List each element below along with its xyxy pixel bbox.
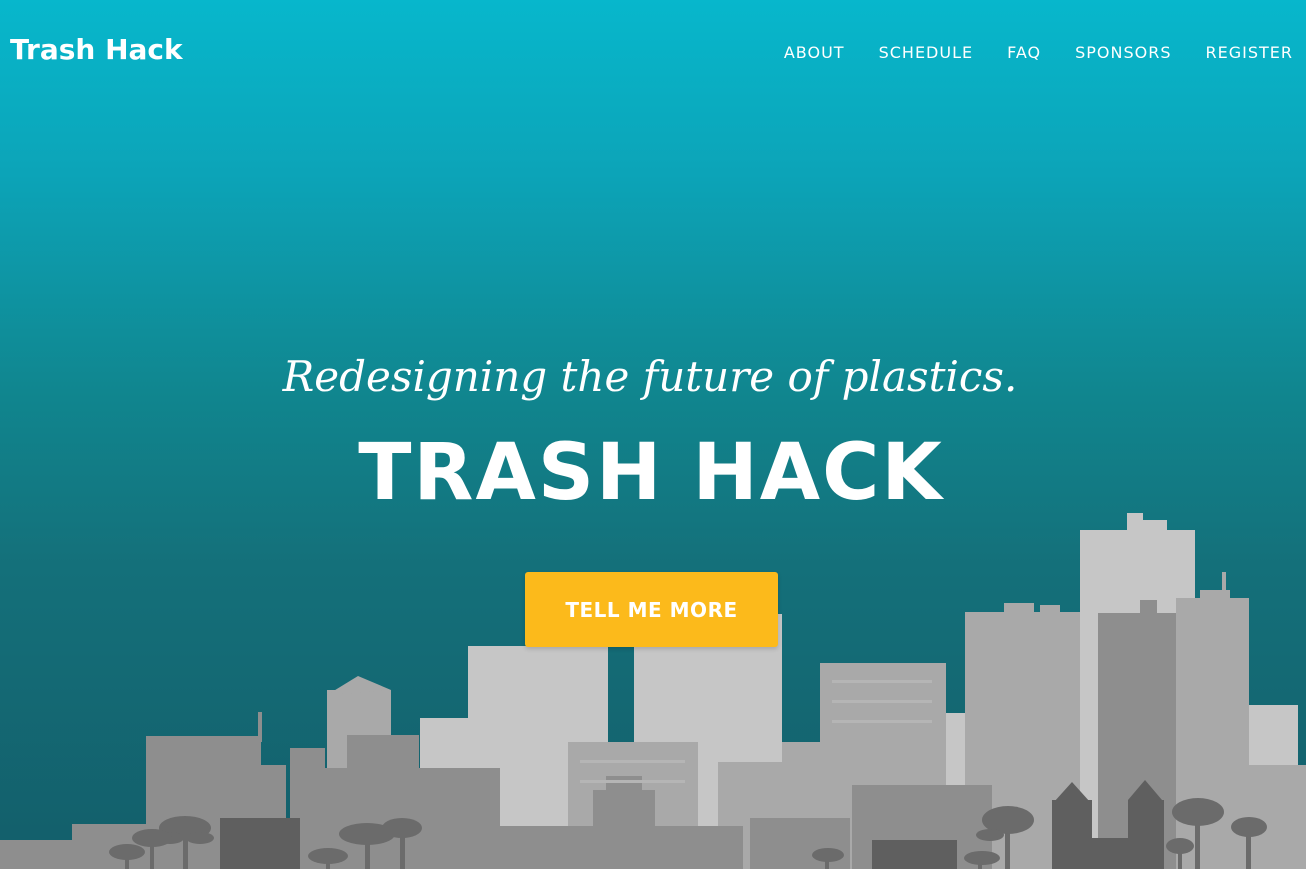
hero-section: Redesigning the future of plastics. TRAS…	[0, 0, 1306, 869]
tell-me-more-button[interactable]: TELL ME MORE	[525, 572, 778, 647]
hero-tagline: Redesigning the future of plastics.	[282, 352, 1018, 401]
hero-headline: TRASH HACK	[358, 428, 944, 518]
